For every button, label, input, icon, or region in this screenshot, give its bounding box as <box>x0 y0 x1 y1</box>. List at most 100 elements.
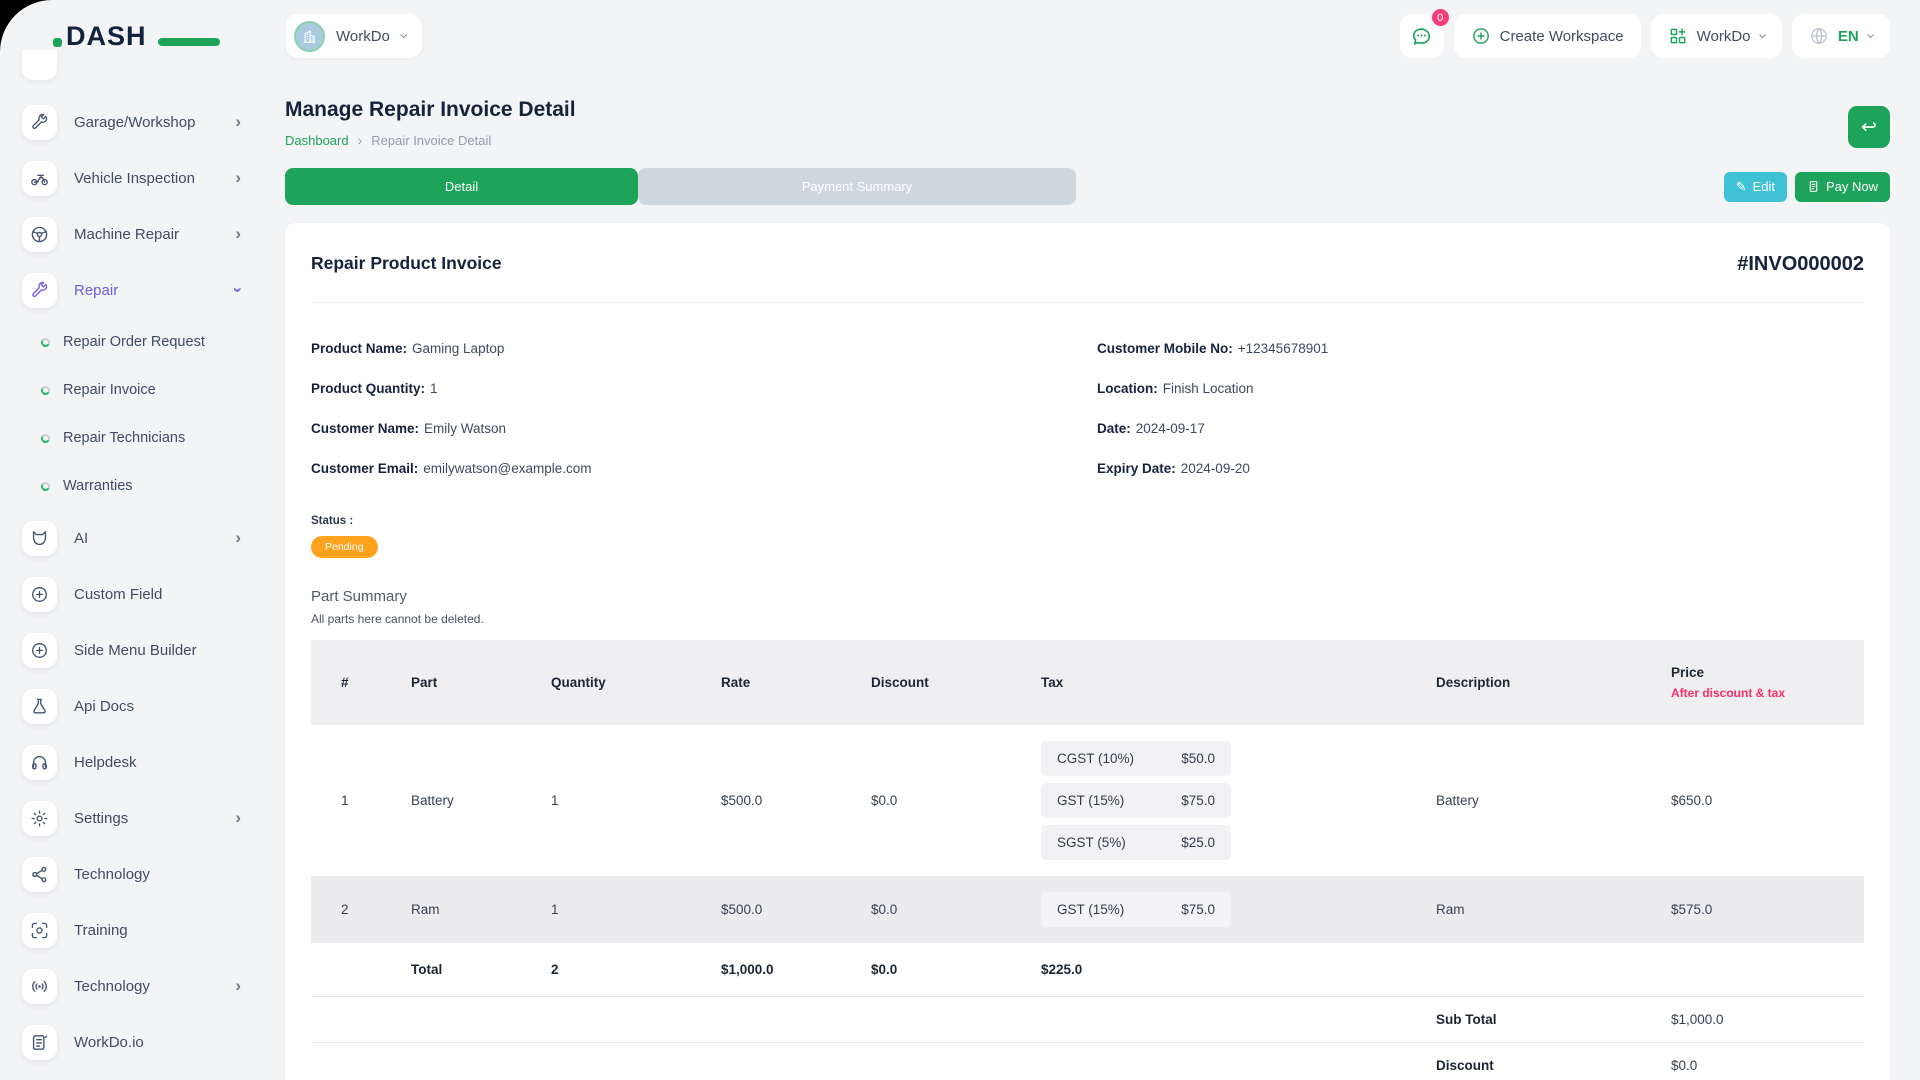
sidebar-item-settings[interactable]: Settings › <box>0 790 285 846</box>
field-value: +12345678901 <box>1238 341 1328 356</box>
cell-price: $650.0 <box>1641 725 1864 876</box>
cell-part: Ram <box>381 876 521 943</box>
sidebar-item-helpdesk[interactable]: Helpdesk <box>0 734 285 790</box>
field-label: Product Name: <box>311 341 407 356</box>
field-value: Gaming Laptop <box>412 341 504 356</box>
sidebar-subitem-repair-technicians[interactable]: Repair Technicians <box>0 414 285 462</box>
sidebar-item-api-docs[interactable]: Api Docs <box>0 678 285 734</box>
field-label: Customer Email: <box>311 461 418 476</box>
sidebar-item-custom-field[interactable]: Custom Field <box>0 566 285 622</box>
sidebar-subitem-repair-order-request[interactable]: Repair Order Request <box>0 318 285 366</box>
sidebar-item-label: Settings <box>74 810 128 827</box>
sidebar-item-label: Vehicle Inspection <box>74 170 195 187</box>
cell-tax: CGST (10%) $50.0 GST (15%) $75.0 SGST (5… <box>1011 725 1406 876</box>
cell-total-discount: $0.0 <box>841 943 1011 997</box>
field-value: Finish Location <box>1163 381 1254 396</box>
breadcrumb-separator-icon: › <box>358 132 363 148</box>
field-value: 2024-09-20 <box>1181 461 1250 476</box>
sidebar-item-machine-repair[interactable]: Machine Repair › <box>0 206 285 262</box>
sidebar-item-training[interactable]: Training <box>0 902 285 958</box>
field-label: Location: <box>1097 381 1158 396</box>
workdo-menu-label: WorkDo <box>1697 28 1751 45</box>
workdo-menu-button[interactable]: WorkDo › <box>1651 14 1782 58</box>
chevron-right-icon: › <box>235 224 241 244</box>
sidebar-subitem-repair-invoice[interactable]: Repair Invoice <box>0 366 285 414</box>
cell-empty <box>311 997 1406 1043</box>
header-discount: Discount <box>841 640 1011 725</box>
breadcrumb-dashboard-link[interactable]: Dashboard <box>285 133 349 148</box>
cell-subtotal-value: $1,000.0 <box>1641 997 1864 1043</box>
pay-now-button[interactable]: Pay Now <box>1795 172 1890 202</box>
tax-amount: $75.0 <box>1181 902 1215 917</box>
sidebar-nav: Garage/Workshop › Vehicle Inspection › M… <box>0 0 285 1080</box>
app-screen: DASH WorkDo › 0 <box>0 0 1920 1080</box>
status-label: Status : <box>311 515 1864 527</box>
logo-dot-icon <box>53 38 62 47</box>
sidebar-subitem-label: Repair Technicians <box>63 430 185 446</box>
field-date: Date: 2024-09-17 <box>1097 421 1864 436</box>
field-customer-name: Customer Name:Emily Watson <box>311 421 1097 436</box>
ai-icon <box>22 521 57 556</box>
sidebar-item-ai[interactable]: AI › <box>0 510 285 566</box>
header-price-note: After discount & tax <box>1671 686 1854 700</box>
logo-bar-icon <box>158 38 220 46</box>
cell-rate: $500.0 <box>691 876 841 943</box>
building-icon <box>301 28 318 45</box>
header-description: Description <box>1406 640 1641 725</box>
cell-subtotal-label: Sub Total <box>1406 997 1641 1043</box>
scan-icon <box>22 913 57 948</box>
sidebar-item-repair[interactable]: Repair › <box>0 262 285 318</box>
gear-icon <box>22 801 57 836</box>
tax-amount: $50.0 <box>1181 751 1215 766</box>
headphones-icon <box>22 745 57 780</box>
sidebar-subitem-warranties[interactable]: Warranties <box>0 462 285 510</box>
sidebar-item-side-menu-builder[interactable]: Side Menu Builder <box>0 622 285 678</box>
main-content: Manage Repair Invoice Detail Dashboard ›… <box>285 72 1920 1080</box>
workspace-switcher[interactable]: WorkDo › <box>286 14 422 58</box>
field-location: Location: Finish Location <box>1097 381 1864 396</box>
chevron-right-icon: › <box>235 976 241 996</box>
sidebar-item-workdo-io[interactable]: WorkDo.io <box>0 1014 285 1070</box>
sidebar-item-label: Helpdesk <box>74 754 137 771</box>
machine-icon <box>22 217 57 252</box>
header-quantity: Quantity <box>521 640 691 725</box>
chat-icon <box>1410 25 1433 48</box>
cell-empty <box>1406 943 1641 997</box>
sidebar-item-garage-workshop[interactable]: Garage/Workshop › <box>0 94 285 150</box>
part-summary-note: All parts here cannot be deleted. <box>311 612 1864 626</box>
tax-chip: GST (15%) $75.0 <box>1041 892 1231 927</box>
cell-index: 1 <box>311 725 381 876</box>
edit-button[interactable]: ✎ Edit <box>1724 172 1787 202</box>
tab-payment-summary[interactable]: Payment Summary <box>638 168 1076 205</box>
logo-text: DASH <box>66 21 147 51</box>
tab-detail[interactable]: Detail <box>285 168 638 205</box>
sidebar-item-vehicle-inspection[interactable]: Vehicle Inspection › <box>0 150 285 206</box>
cell-rate: $500.0 <box>691 725 841 876</box>
messages-button[interactable]: 0 <box>1400 14 1444 58</box>
header-rate: Rate <box>691 640 841 725</box>
cell-total-label: Total <box>381 943 521 997</box>
sidebar-item-technology[interactable]: Technology › <box>0 958 285 1014</box>
plus-circle-icon <box>1471 26 1491 46</box>
back-button[interactable]: ↩ <box>1848 106 1890 148</box>
edit-label: Edit <box>1753 179 1775 194</box>
create-workspace-button[interactable]: Create Workspace <box>1454 14 1641 58</box>
invoice-fields-left: Product Name:Gaming Laptop Product Quant… <box>311 341 1097 501</box>
sidebar-item-technology[interactable]: Technology <box>0 846 285 902</box>
invoice-card-title: Repair Product Invoice <box>311 253 502 274</box>
page-title: Manage Repair Invoice Detail <box>285 98 576 122</box>
grid-plus-icon <box>1668 26 1688 46</box>
header-index: # <box>311 640 381 725</box>
cell-quantity: 1 <box>521 725 691 876</box>
chevron-right-icon: › <box>235 528 241 548</box>
invoice-card: Repair Product Invoice #INVO000002 Produ… <box>285 223 1890 1080</box>
field-value: Emily Watson <box>424 421 506 436</box>
tax-name: CGST (10%) <box>1057 751 1134 766</box>
cell-discount: $0.0 <box>841 876 1011 943</box>
language-selector[interactable]: EN › <box>1792 14 1890 58</box>
field-label: Date: <box>1097 421 1131 436</box>
topbar-actions: 0 Create Workspace WorkDo › <box>1400 14 1890 58</box>
sidebar-item-label: Side Menu Builder <box>74 642 197 659</box>
field-value: 2024-09-17 <box>1136 421 1205 436</box>
brand-logo[interactable]: DASH <box>66 21 194 52</box>
